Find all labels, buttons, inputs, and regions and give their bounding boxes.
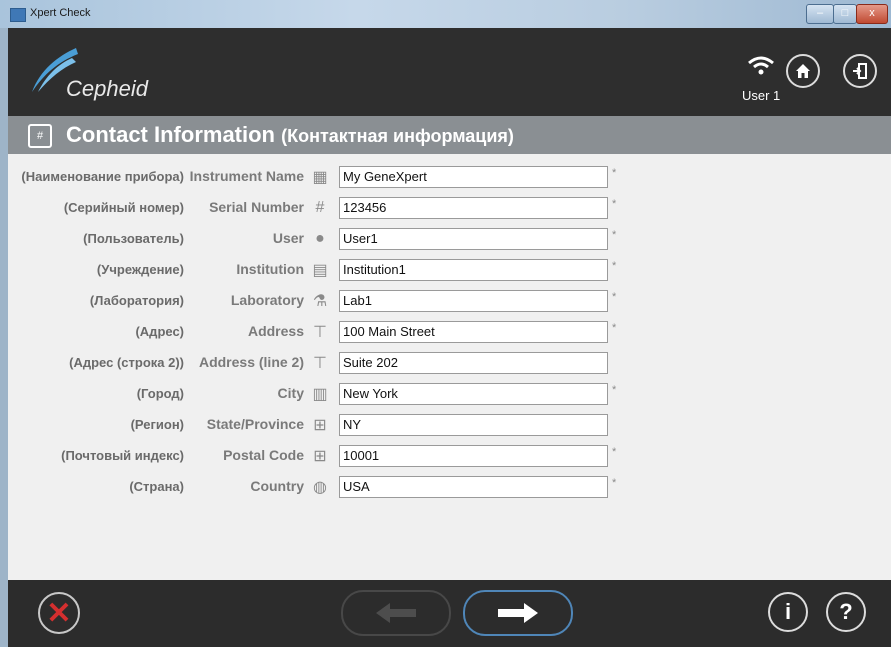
map-grid-icon: ⊞ — [313, 417, 327, 434]
field-label-en: Country — [250, 478, 304, 494]
field-label-en: City — [277, 385, 304, 401]
field-label-en: Address (line 2) — [198, 354, 304, 370]
field-label-ru: (Регион) — [130, 417, 184, 432]
field-label-ru: (Лаборатория) — [89, 293, 184, 308]
field-label-en: Postal Code — [223, 447, 304, 463]
required-marker: * — [612, 260, 617, 272]
field-label-ru: (Город) — [136, 386, 184, 401]
field-label-ru: (Страна) — [129, 479, 184, 494]
wifi-icon — [748, 56, 774, 75]
info-button[interactable]: i — [768, 592, 808, 632]
back-button[interactable] — [341, 590, 451, 636]
field-row-institution: (Учреждение) Institution ▤ Institution1 … — [8, 259, 891, 281]
field-label-ru: (Учреждение) — [96, 262, 184, 277]
arrow-right-icon — [498, 603, 538, 623]
current-user-label: User 1 — [742, 88, 781, 103]
globe-icon: ◍ — [313, 479, 327, 496]
field-label-en: Laboratory — [230, 292, 304, 308]
home-icon — [796, 64, 810, 78]
field-label-en: State/Province — [206, 416, 304, 432]
arrow-left-icon — [376, 603, 416, 623]
field-label-en: Serial Number — [209, 199, 304, 215]
section-header: # Contact Information (Контактная информ… — [8, 116, 891, 154]
field-row-address-line-2: (Адрес (строка 2)) Address (line 2) ⊤ Su… — [8, 352, 891, 374]
exit-button[interactable] — [843, 54, 877, 88]
footer-bar: ✕ i ? — [8, 580, 891, 647]
street-sign-icon: ⊤ — [313, 324, 327, 341]
window-title: Xpert Check — [30, 7, 91, 19]
street-sign-icon: ⊤ — [313, 355, 327, 372]
field-row-laboratory: (Лаборатория) Laboratory ⚗ Lab1 * — [8, 290, 891, 312]
field-label-en: Address — [247, 323, 304, 339]
contact-form: (Наименование прибора) Instrument Name ▦… — [8, 154, 891, 580]
cancel-x-icon: ✕ — [46, 596, 72, 630]
close-button[interactable]: x — [856, 4, 888, 24]
institution-input[interactable]: Institution1 — [339, 259, 608, 281]
field-label-ru: (Почтовый индекс) — [61, 448, 184, 463]
help-button[interactable]: ? — [826, 592, 866, 632]
field-label-ru: (Пользователь) — [83, 231, 184, 246]
address-line-2-input[interactable]: Suite 202 — [339, 352, 608, 374]
postal-code-input[interactable]: 10001 — [339, 445, 608, 467]
contact-card-icon: # — [28, 124, 52, 148]
city-icon: ▥ — [312, 386, 328, 403]
info-icon: i — [784, 599, 792, 624]
maximize-button[interactable]: □ — [833, 4, 857, 24]
field-row-user: (Пользователь) User ● User1 * — [8, 228, 891, 250]
next-button[interactable] — [463, 590, 573, 636]
app-window: Xpert Check – □ x Cepheid User 1 # Conta… — [0, 0, 891, 647]
field-label-ru: (Адрес) — [135, 324, 184, 339]
help-icon: ? — [839, 599, 853, 624]
logo-text: Cepheid — [66, 76, 148, 101]
country-input[interactable]: USA — [339, 476, 608, 498]
page-subtitle: (Контактная информация) — [281, 126, 514, 146]
window-titlebar: Xpert Check – □ x — [0, 0, 891, 28]
required-marker: * — [612, 167, 617, 179]
page-title-text: Contact Information — [66, 122, 275, 147]
map-grid-icon: ⊞ — [313, 448, 327, 465]
field-row-state-province: (Регион) State/Province ⊞ NY — [8, 414, 891, 436]
laboratory-input[interactable]: Lab1 — [339, 290, 608, 312]
field-row-country: (Страна) Country ◍ USA * — [8, 476, 891, 498]
field-label-ru: (Адрес (строка 2)) — [69, 355, 184, 370]
serial-number-input[interactable]: 123456 — [339, 197, 608, 219]
required-marker: * — [612, 384, 617, 396]
field-row-postal-code: (Почтовый индекс) Postal Code ⊞ 10001 * — [8, 445, 891, 467]
field-label-ru: (Наименование прибора) — [21, 169, 184, 184]
cancel-button[interactable]: ✕ — [38, 592, 80, 634]
required-marker: * — [612, 291, 617, 303]
state-province-input[interactable]: NY — [339, 414, 608, 436]
person-icon: ● — [315, 230, 325, 247]
user-input[interactable]: User1 — [339, 228, 608, 250]
field-row-address: (Адрес) Address ⊤ 100 Main Street * — [8, 321, 891, 343]
address-input[interactable]: 100 Main Street — [339, 321, 608, 343]
hash-icon: # — [315, 199, 325, 216]
home-button[interactable] — [786, 54, 820, 88]
field-label-en: Institution — [236, 261, 304, 277]
required-marker: * — [612, 198, 617, 210]
required-marker: * — [612, 322, 617, 334]
instrument-name-input[interactable]: My GeneXpert — [339, 166, 608, 188]
city-input[interactable]: New York — [339, 383, 608, 405]
app-header: Cepheid User 1 — [8, 28, 891, 116]
minimize-button[interactable]: – — [806, 4, 834, 24]
required-marker: * — [612, 477, 617, 489]
building-icon: ▤ — [312, 262, 328, 279]
field-label-ru: (Серийный номер) — [63, 200, 184, 215]
field-row-city: (Город) City ▥ New York * — [8, 383, 891, 405]
field-row-serial-number: (Серийный номер) Serial Number # 123456 … — [8, 197, 891, 219]
field-row-instrument-name: (Наименование прибора) Instrument Name ▦… — [8, 166, 891, 188]
page-title: Contact Information (Контактная информац… — [66, 122, 514, 148]
app-icon — [10, 8, 26, 22]
field-label-en: Instrument Name — [189, 168, 304, 184]
flask-icon: ⚗ — [312, 293, 328, 310]
exit-icon — [853, 63, 867, 79]
required-marker: * — [612, 446, 617, 458]
instrument-icon: ▦ — [312, 169, 328, 186]
required-marker: * — [612, 229, 617, 241]
field-label-en: User — [272, 230, 304, 246]
